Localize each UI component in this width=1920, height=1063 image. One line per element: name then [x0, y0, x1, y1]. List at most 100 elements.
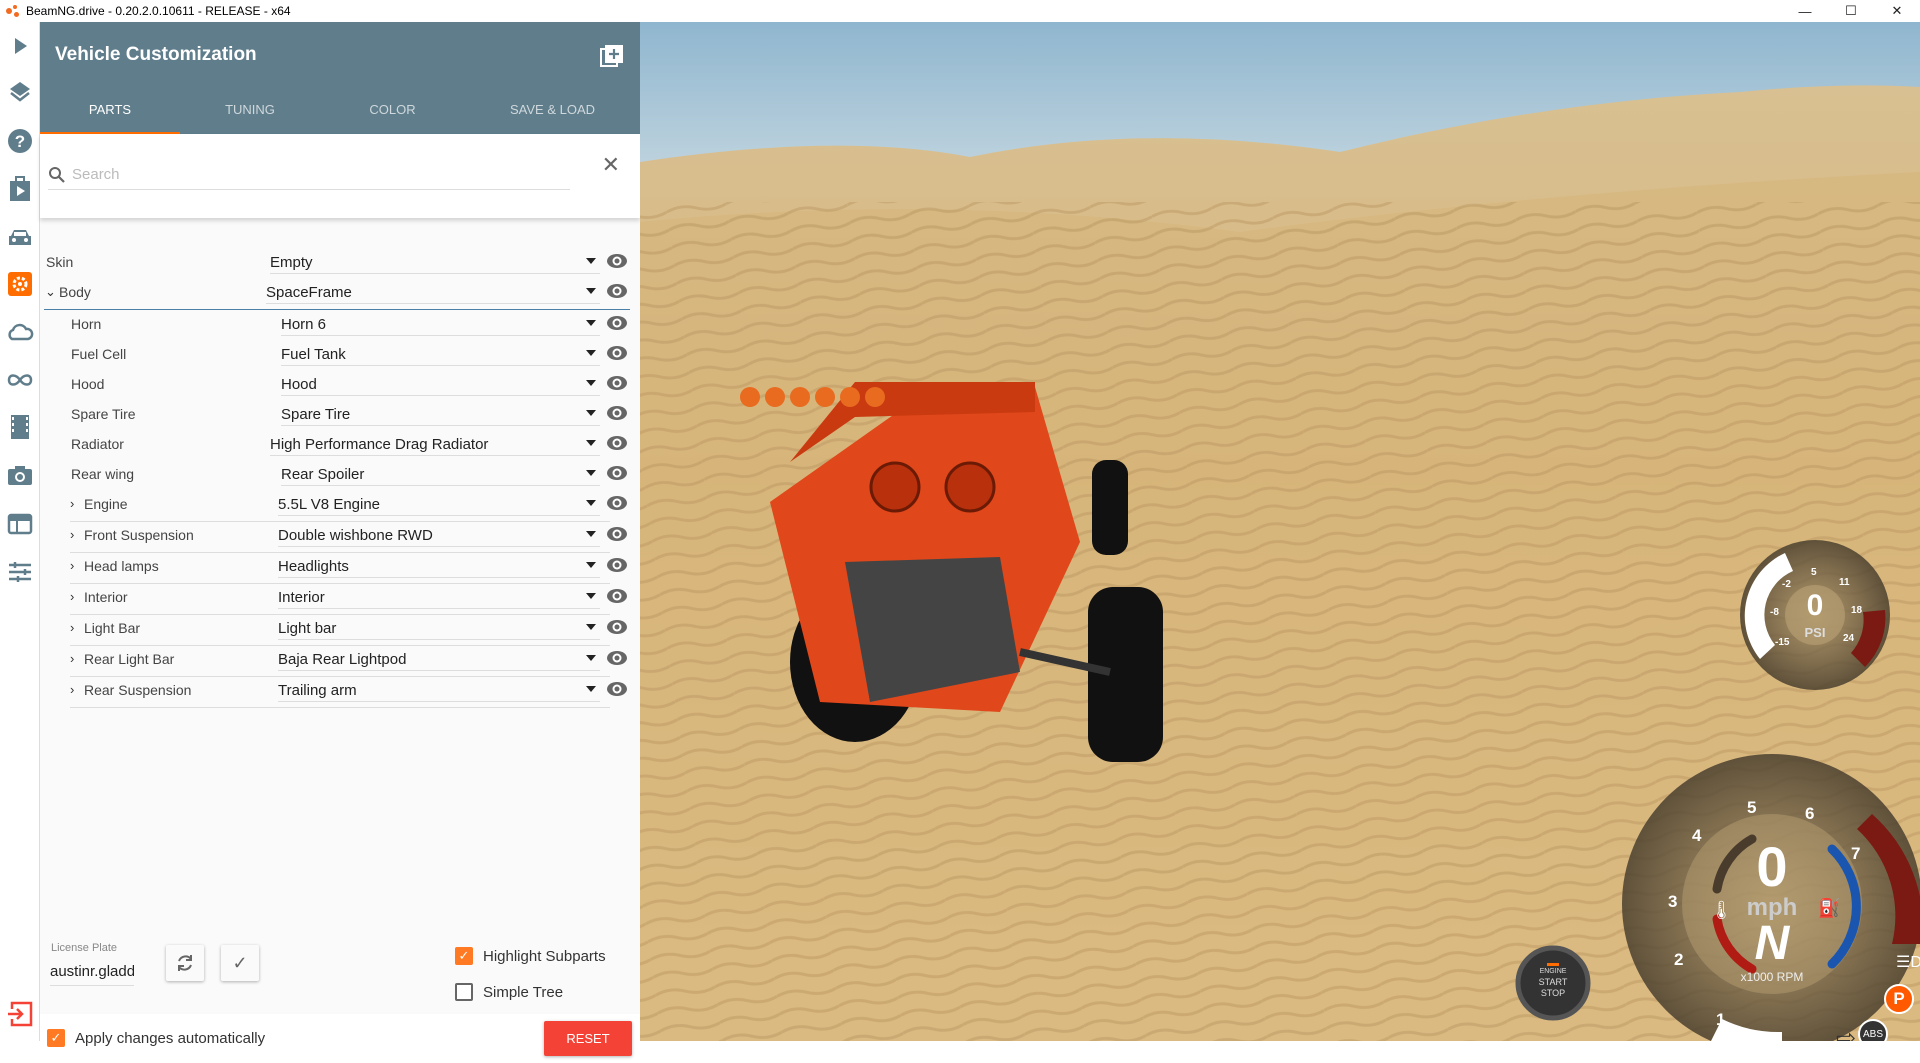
dropdown-arrow-icon	[586, 380, 596, 386]
simple-tree-checkbox[interactable]	[455, 983, 473, 1001]
part-value: Empty	[270, 254, 313, 271]
headlight-icon: ☰D	[1896, 954, 1920, 971]
part-value: High Performance Drag Radiator	[270, 436, 489, 453]
part-row: Horn Horn 6	[40, 310, 640, 340]
part-select[interactable]: Interior	[278, 583, 600, 609]
rpm-tick: 2	[1674, 950, 1684, 969]
part-select[interactable]: Horn 6	[281, 310, 600, 336]
visibility-eye-icon[interactable]	[606, 650, 628, 666]
vehicles-icon[interactable]	[6, 224, 34, 252]
replay-film-icon[interactable]	[6, 413, 34, 441]
dropdown-arrow-icon	[586, 288, 596, 294]
visibility-eye-icon[interactable]	[606, 526, 628, 542]
visibility-eye-icon[interactable]	[606, 375, 628, 391]
layers-icon[interactable]	[6, 78, 34, 106]
apply-auto-option[interactable]: ✓ Apply changes automatically	[47, 1029, 265, 1047]
visibility-eye-icon[interactable]	[606, 465, 628, 481]
expand-chevron-icon[interactable]: ›	[70, 496, 74, 511]
part-select[interactable]: Trailing arm	[278, 676, 600, 702]
rpm-label: x1000 RPM	[1740, 970, 1804, 984]
part-label: Light Bar	[84, 620, 141, 636]
part-select[interactable]: Double wishbone RWD	[278, 521, 600, 547]
game-viewport[interactable]: 0 PSI -15 -8 -2 5 11 18 24 0 mph N x1000…	[640, 22, 1920, 1041]
visibility-eye-icon[interactable]	[606, 588, 628, 604]
part-select[interactable]: Light bar	[278, 614, 600, 640]
dropdown-arrow-icon	[586, 320, 596, 326]
part-select[interactable]: Hood	[281, 370, 600, 396]
part-select[interactable]: Empty	[270, 248, 600, 274]
part-select[interactable]: 5.5L V8 Engine	[278, 490, 600, 516]
part-value: Interior	[278, 589, 325, 606]
dropdown-arrow-icon	[586, 624, 596, 630]
part-row: › Rear Light Bar Baja Rear Lightpod	[40, 645, 640, 677]
part-row: › Light Bar Light bar	[40, 614, 640, 646]
part-select[interactable]: Rear Spoiler	[281, 460, 600, 486]
part-label: Front Suspension	[84, 527, 194, 543]
ui-apps-icon[interactable]	[6, 510, 34, 538]
exit-icon[interactable]	[6, 1000, 34, 1028]
scenarios-icon[interactable]	[6, 175, 34, 203]
tab-color[interactable]: COLOR	[320, 84, 465, 134]
expand-chevron-icon[interactable]: ›	[70, 682, 74, 697]
part-label: Head lamps	[84, 558, 159, 574]
visibility-eye-icon[interactable]	[606, 345, 628, 361]
part-select[interactable]: Baja Rear Lightpod	[278, 645, 600, 671]
part-label: Radiator	[71, 436, 124, 452]
speed-value: 0	[1756, 835, 1788, 898]
part-label: Rear Suspension	[84, 682, 192, 698]
add-window-icon[interactable]	[600, 44, 624, 68]
clear-search-icon[interactable]: ✕	[602, 152, 620, 178]
tab-tuning[interactable]: TUNING	[180, 84, 320, 134]
highlight-subparts-checkbox[interactable]: ✓	[455, 947, 473, 965]
apply-plate-button[interactable]: ✓	[221, 945, 259, 981]
reset-button[interactable]: RESET	[544, 1021, 632, 1056]
help-icon[interactable]: ?	[6, 127, 34, 155]
visibility-eye-icon[interactable]	[606, 557, 628, 573]
camera-icon[interactable]	[6, 461, 34, 489]
visibility-eye-icon[interactable]	[606, 253, 628, 269]
part-label: Interior	[84, 589, 128, 605]
vehicle-config-icon[interactable]	[6, 270, 34, 298]
search-input[interactable]	[72, 166, 552, 183]
boost-tick: 5	[1811, 567, 1817, 578]
expand-chevron-icon[interactable]: ›	[70, 651, 74, 666]
expand-chevron-icon[interactable]: ›	[70, 527, 74, 542]
license-plate-input[interactable]: austinr.gladde	[50, 960, 134, 986]
visibility-eye-icon[interactable]	[606, 681, 628, 697]
part-select[interactable]: Spare Tire	[281, 400, 600, 426]
tab-parts[interactable]: PARTS	[40, 84, 180, 134]
part-select[interactable]: SpaceFrame	[266, 278, 600, 304]
window-title: BeamNG.drive - 0.20.2.0.10611 - RELEASE …	[26, 4, 291, 18]
visibility-eye-icon[interactable]	[606, 435, 628, 451]
track-builder-icon[interactable]	[6, 366, 34, 394]
play-icon[interactable]	[6, 32, 34, 60]
part-select[interactable]: High Performance Drag Radiator	[270, 430, 600, 456]
environment-icon[interactable]	[6, 318, 34, 346]
options-sliders-icon[interactable]	[6, 558, 34, 586]
apply-auto-checkbox[interactable]: ✓	[47, 1029, 65, 1047]
expand-chevron-icon[interactable]: ›	[70, 589, 74, 604]
maximize-button[interactable]: ☐	[1828, 0, 1874, 22]
part-label: Spare Tire	[71, 406, 136, 422]
apply-auto-label: Apply changes automatically	[75, 1029, 266, 1047]
close-window-button[interactable]: ✕	[1874, 0, 1920, 22]
rpm-tick: 5	[1747, 798, 1757, 817]
visibility-eye-icon[interactable]	[606, 315, 628, 331]
minimize-button[interactable]: —	[1782, 0, 1828, 22]
visibility-eye-icon[interactable]	[606, 619, 628, 635]
dropdown-arrow-icon	[586, 686, 596, 692]
simple-tree-option[interactable]: Simple Tree	[455, 983, 563, 1001]
tab-save-load[interactable]: SAVE & LOAD	[465, 84, 640, 134]
expand-chevron-icon[interactable]: ›	[70, 558, 74, 573]
visibility-eye-icon[interactable]	[606, 405, 628, 421]
part-select[interactable]: Fuel Tank	[281, 340, 600, 366]
engine-start-label[interactable]: ENGINE START STOP	[1518, 966, 1588, 999]
visibility-eye-icon[interactable]	[606, 495, 628, 511]
rpm-tick: 1	[1716, 1010, 1726, 1029]
visibility-eye-icon[interactable]	[606, 283, 628, 299]
expand-chevron-icon[interactable]: ›	[70, 620, 74, 635]
collapse-chevron-icon[interactable]: ⌄	[45, 284, 56, 300]
randomize-plate-button[interactable]	[166, 945, 204, 981]
part-select[interactable]: Headlights	[278, 552, 600, 578]
highlight-subparts-option[interactable]: ✓ Highlight Subparts	[455, 947, 606, 965]
